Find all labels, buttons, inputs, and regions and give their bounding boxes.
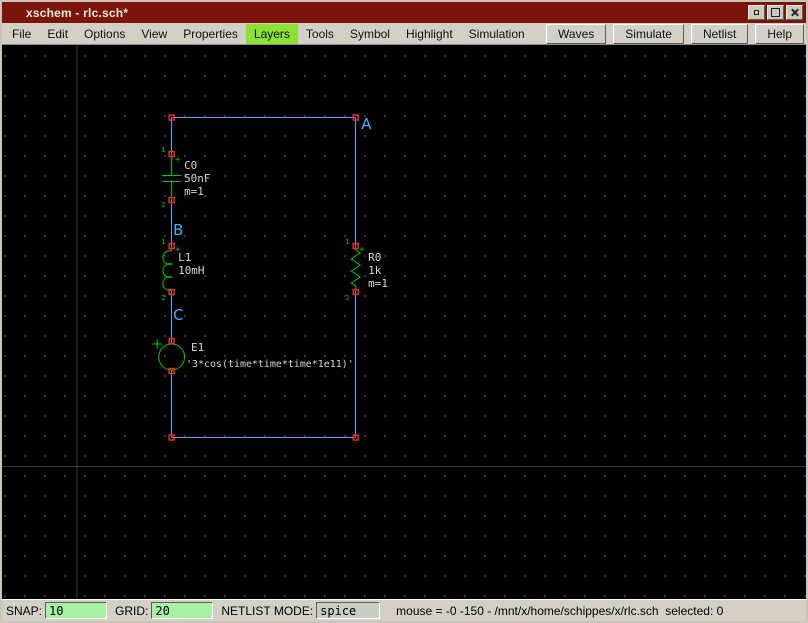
resistor-mult[interactable]: m=1	[368, 277, 388, 290]
res-pin1-number: 1	[345, 238, 349, 246]
close-icon	[790, 8, 799, 17]
source-ref[interactable]: E1	[191, 341, 204, 354]
menu-item-tools[interactable]: Tools	[298, 24, 342, 44]
grid-input[interactable]	[151, 602, 214, 619]
netlist-mode-input[interactable]	[316, 602, 381, 619]
wires[interactable]	[171, 117, 357, 438]
resistor-value[interactable]: 1k	[368, 264, 382, 277]
net-label-c[interactable]: C	[173, 306, 183, 324]
xschem-window: xschem - rlc.sch* File Edit Options View…	[0, 0, 808, 623]
menu-item-properties[interactable]: Properties	[175, 24, 246, 44]
window-title: xschem - rlc.sch*	[26, 5, 129, 20]
minimize-button[interactable]	[748, 5, 765, 20]
window-titlebar[interactable]: xschem - rlc.sch*	[2, 2, 806, 23]
polarity-marks: + + +	[175, 155, 365, 255]
menu-item-layers[interactable]: Layers	[245, 23, 298, 44]
menu-item-file[interactable]: File	[4, 24, 39, 44]
resistor-ref[interactable]: R0	[368, 251, 381, 264]
menu-item-simulation[interactable]: Simulation	[461, 24, 533, 44]
close-button[interactable]	[786, 5, 803, 20]
ind-pin2-number: 2	[161, 294, 165, 302]
netlist-mode-label: NETLIST MODE:	[221, 603, 314, 618]
res-pin2-number: 2	[345, 294, 349, 302]
statusbar: SNAP: GRID: NETLIST MODE: mouse = -0 -15…	[2, 599, 806, 621]
menu-item-edit[interactable]: Edit	[39, 24, 76, 44]
cap-plus-mark: +	[175, 155, 181, 165]
capacitor-value[interactable]: 50nF	[184, 172, 210, 185]
waves-button[interactable]: Waves	[546, 23, 607, 44]
simulate-button[interactable]: Simulate	[613, 23, 684, 44]
pin-markers	[168, 114, 359, 441]
net-labels: A B C	[173, 115, 372, 324]
menu-item-highlight[interactable]: Highlight	[398, 24, 461, 44]
net-label-b[interactable]: B	[173, 221, 183, 239]
voltage-source-symbol[interactable]	[152, 339, 186, 371]
net-label-a[interactable]: A	[361, 115, 372, 133]
axis-lines	[2, 45, 806, 599]
source-value[interactable]: '3*cos(time*time*time*1e11)'	[186, 359, 354, 370]
cap-pin2-number: 2	[161, 201, 165, 209]
ind-pin1-number: 1	[161, 238, 165, 246]
inductor-value[interactable]: 10mH	[178, 264, 204, 277]
ind-plus-mark: +	[175, 245, 181, 255]
cap-pin1-number: 1	[161, 146, 165, 154]
capacitor-ref[interactable]: C0	[184, 159, 197, 172]
help-button[interactable]: Help	[755, 23, 804, 44]
window-controls	[748, 5, 803, 20]
netlist-button[interactable]: Netlist	[690, 23, 749, 44]
minimize-icon	[754, 10, 759, 15]
inductor-symbol[interactable]	[162, 246, 174, 292]
component-labels: C0 50nF m=1 L1 10mH R0 1k m=1 E1 '3*cos(…	[178, 159, 388, 370]
snap-input[interactable]	[45, 602, 108, 619]
capacitor-mult[interactable]: m=1	[184, 185, 204, 198]
schematic-drawing: C0 50nF m=1 L1 10mH R0 1k m=1 E1 '3*cos(…	[2, 45, 806, 599]
grid-label: GRID:	[115, 603, 149, 618]
maximize-icon	[771, 8, 780, 17]
menubar: File Edit Options View Properties Layers…	[2, 23, 806, 45]
status-text: mouse = -0 -150 - /mnt/x/home/schippes/x…	[396, 603, 724, 618]
schematic-canvas[interactable]: C0 50nF m=1 L1 10mH R0 1k m=1 E1 '3*cos(…	[2, 45, 806, 599]
maximize-button[interactable]	[767, 5, 784, 20]
menu-item-options[interactable]: Options	[76, 24, 133, 44]
menu-item-view[interactable]: View	[133, 24, 175, 44]
res-plus-mark: +	[359, 245, 365, 255]
snap-label: SNAP:	[6, 603, 43, 618]
menu-item-symbol[interactable]: Symbol	[342, 24, 398, 44]
